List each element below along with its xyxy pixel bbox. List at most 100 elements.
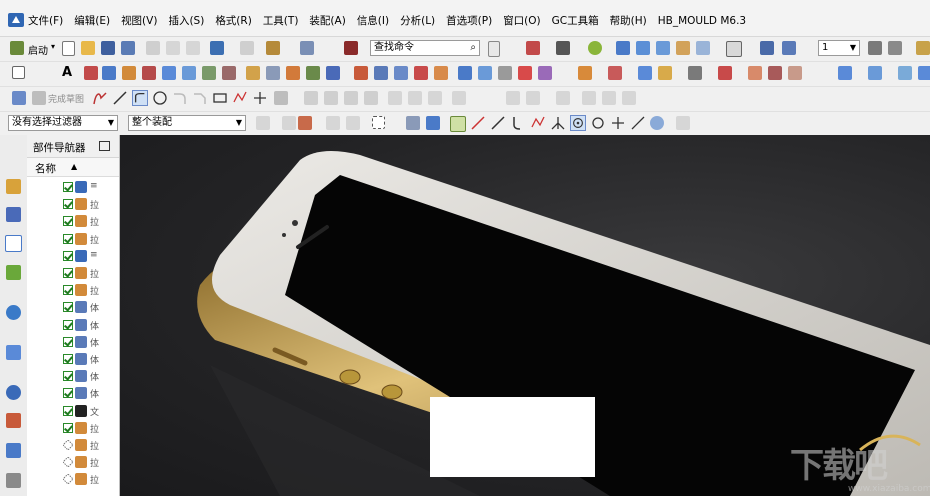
tree-row[interactable]: 体 <box>63 351 113 368</box>
line-icon[interactable] <box>112 90 128 106</box>
pattern-curve-icon[interactable] <box>304 91 318 105</box>
move-to-layer-icon[interactable] <box>888 41 902 55</box>
save-icon[interactable] <box>101 41 115 55</box>
chamfer-sketch-icon[interactable] <box>192 90 208 106</box>
menu-item-13[interactable]: HB_MOULD M6.3 <box>658 14 746 28</box>
edge-blend-icon[interactable] <box>246 66 260 80</box>
menu-item-9[interactable]: 首选项(P) <box>446 14 492 28</box>
checkbox-checked-icon[interactable] <box>63 319 73 330</box>
menu-item-0[interactable]: 文件(F) <box>28 14 63 28</box>
intersect-icon[interactable] <box>394 66 408 80</box>
checkbox-checked-icon[interactable] <box>63 336 73 347</box>
tree-row[interactable]: 体 <box>63 299 113 316</box>
sketch-plane-icon[interactable] <box>12 66 25 79</box>
checkbox-checked-icon[interactable] <box>63 405 73 416</box>
checkbox-checked-icon[interactable] <box>63 285 73 296</box>
finish-sketch-button[interactable]: 完成草图 <box>48 92 84 105</box>
paste-icon[interactable] <box>186 41 200 55</box>
select-in-assembly-icon[interactable] <box>326 116 340 130</box>
tree-row[interactable]: 拉 <box>63 231 113 248</box>
show-hide-icon[interactable] <box>406 116 420 130</box>
resize-face-icon[interactable] <box>918 66 930 80</box>
synchronous-move-icon[interactable] <box>838 66 852 80</box>
background-color-icon[interactable] <box>726 41 742 57</box>
cut-icon[interactable] <box>146 41 160 55</box>
checkbox-checked-icon[interactable] <box>63 422 73 433</box>
sweep-icon[interactable] <box>638 66 652 80</box>
pattern-icon[interactable] <box>286 66 300 80</box>
arc-icon[interactable] <box>132 90 148 106</box>
checkbox-checked-icon[interactable] <box>63 371 73 382</box>
nx-app-icon[interactable] <box>8 13 24 27</box>
derived-line-icon[interactable] <box>364 91 378 105</box>
tree-row[interactable]: 文 <box>63 403 113 420</box>
geometric-constraint-icon[interactable] <box>506 91 520 105</box>
mirror-curve-icon[interactable] <box>324 91 338 105</box>
checkbox-checked-icon[interactable] <box>63 216 73 227</box>
draft-icon[interactable] <box>434 66 448 80</box>
fillet-icon[interactable] <box>172 90 188 106</box>
boss-icon[interactable] <box>162 66 176 80</box>
menu-item-1[interactable]: 编辑(E) <box>74 14 110 28</box>
profile-icon[interactable] <box>92 90 108 106</box>
tree-row[interactable]: 拉 <box>63 213 113 230</box>
chamfer-icon[interactable] <box>266 66 280 80</box>
open-file-icon[interactable] <box>81 41 95 55</box>
checkbox-checked-icon[interactable] <box>63 302 73 313</box>
tree-row[interactable]: 拉 <box>63 282 113 299</box>
point-on-surface-snap-icon[interactable] <box>650 116 664 130</box>
more-tools-icon[interactable] <box>916 41 930 55</box>
arc-center-snap-icon[interactable] <box>550 115 566 131</box>
command-finder-icon[interactable] <box>344 41 358 55</box>
trim-body-icon[interactable] <box>326 66 340 80</box>
feature-selection-icon[interactable] <box>298 116 312 130</box>
table-icon[interactable] <box>676 116 690 130</box>
checkbox-checked-icon[interactable] <box>63 233 73 244</box>
menu-item-7[interactable]: 信息(I) <box>357 14 389 28</box>
checkbox-checked-icon[interactable] <box>63 250 73 261</box>
type-filter-select[interactable]: 没有选择过滤器 ▼ <box>8 115 118 131</box>
checkbox-checked-icon[interactable] <box>63 388 73 399</box>
menu-item-5[interactable]: 工具(T) <box>263 14 299 28</box>
menu-item-12[interactable]: 帮助(H) <box>610 14 647 28</box>
make-corner-icon[interactable] <box>428 91 442 105</box>
shading-icon[interactable] <box>588 41 602 55</box>
extrude-icon[interactable] <box>102 66 116 80</box>
tree-row[interactable]: ≡ <box>63 248 113 265</box>
tree-row[interactable]: 体 <box>63 334 113 351</box>
quick-trim-icon[interactable] <box>388 91 402 105</box>
web-browser-icon[interactable] <box>6 305 21 320</box>
render-style-icon[interactable] <box>556 41 570 55</box>
tree-row[interactable]: 体 <box>63 385 113 402</box>
mould-wizard-icon[interactable] <box>768 66 782 80</box>
redo-icon[interactable] <box>240 41 254 55</box>
checkbox-checked-icon[interactable] <box>63 354 73 364</box>
auto-constraint-icon[interactable] <box>526 91 540 105</box>
work-layer-select[interactable]: 1 ▼ <box>818 40 860 56</box>
tree-row[interactable]: 拉 <box>63 420 113 437</box>
alternate-solution-icon[interactable] <box>582 91 596 105</box>
offset-curve-icon[interactable] <box>274 91 288 105</box>
mirror-icon[interactable] <box>306 66 320 80</box>
rectangle-select-icon[interactable] <box>372 116 385 129</box>
text-tool-icon[interactable]: A <box>62 65 72 80</box>
pocket-icon[interactable] <box>182 66 196 80</box>
tree-row[interactable]: 体 <box>63 317 113 334</box>
snap-point-toggle-icon[interactable] <box>450 116 466 132</box>
revolve-icon[interactable] <box>122 66 136 80</box>
delete-face-icon[interactable] <box>868 66 882 80</box>
mould-parting-icon[interactable] <box>788 66 802 80</box>
tree-row[interactable]: 拉 <box>62 471 113 488</box>
polygon-icon[interactable] <box>232 90 248 106</box>
menu-item-8[interactable]: 分析(L) <box>400 14 435 28</box>
suppressed-diamond-icon[interactable] <box>62 456 74 468</box>
offset-region-icon[interactable] <box>898 66 912 80</box>
suppressed-diamond-icon[interactable] <box>62 439 74 451</box>
point-on-curve-snap-icon[interactable] <box>630 115 646 131</box>
rectangle-icon[interactable] <box>212 90 228 106</box>
thicken-icon[interactable] <box>478 66 492 80</box>
menu-item-6[interactable]: 装配(A) <box>309 14 345 28</box>
through-curves-icon[interactable] <box>608 66 622 80</box>
tangent-snap-icon[interactable] <box>590 115 606 131</box>
mould-tool-icon[interactable] <box>748 66 762 80</box>
